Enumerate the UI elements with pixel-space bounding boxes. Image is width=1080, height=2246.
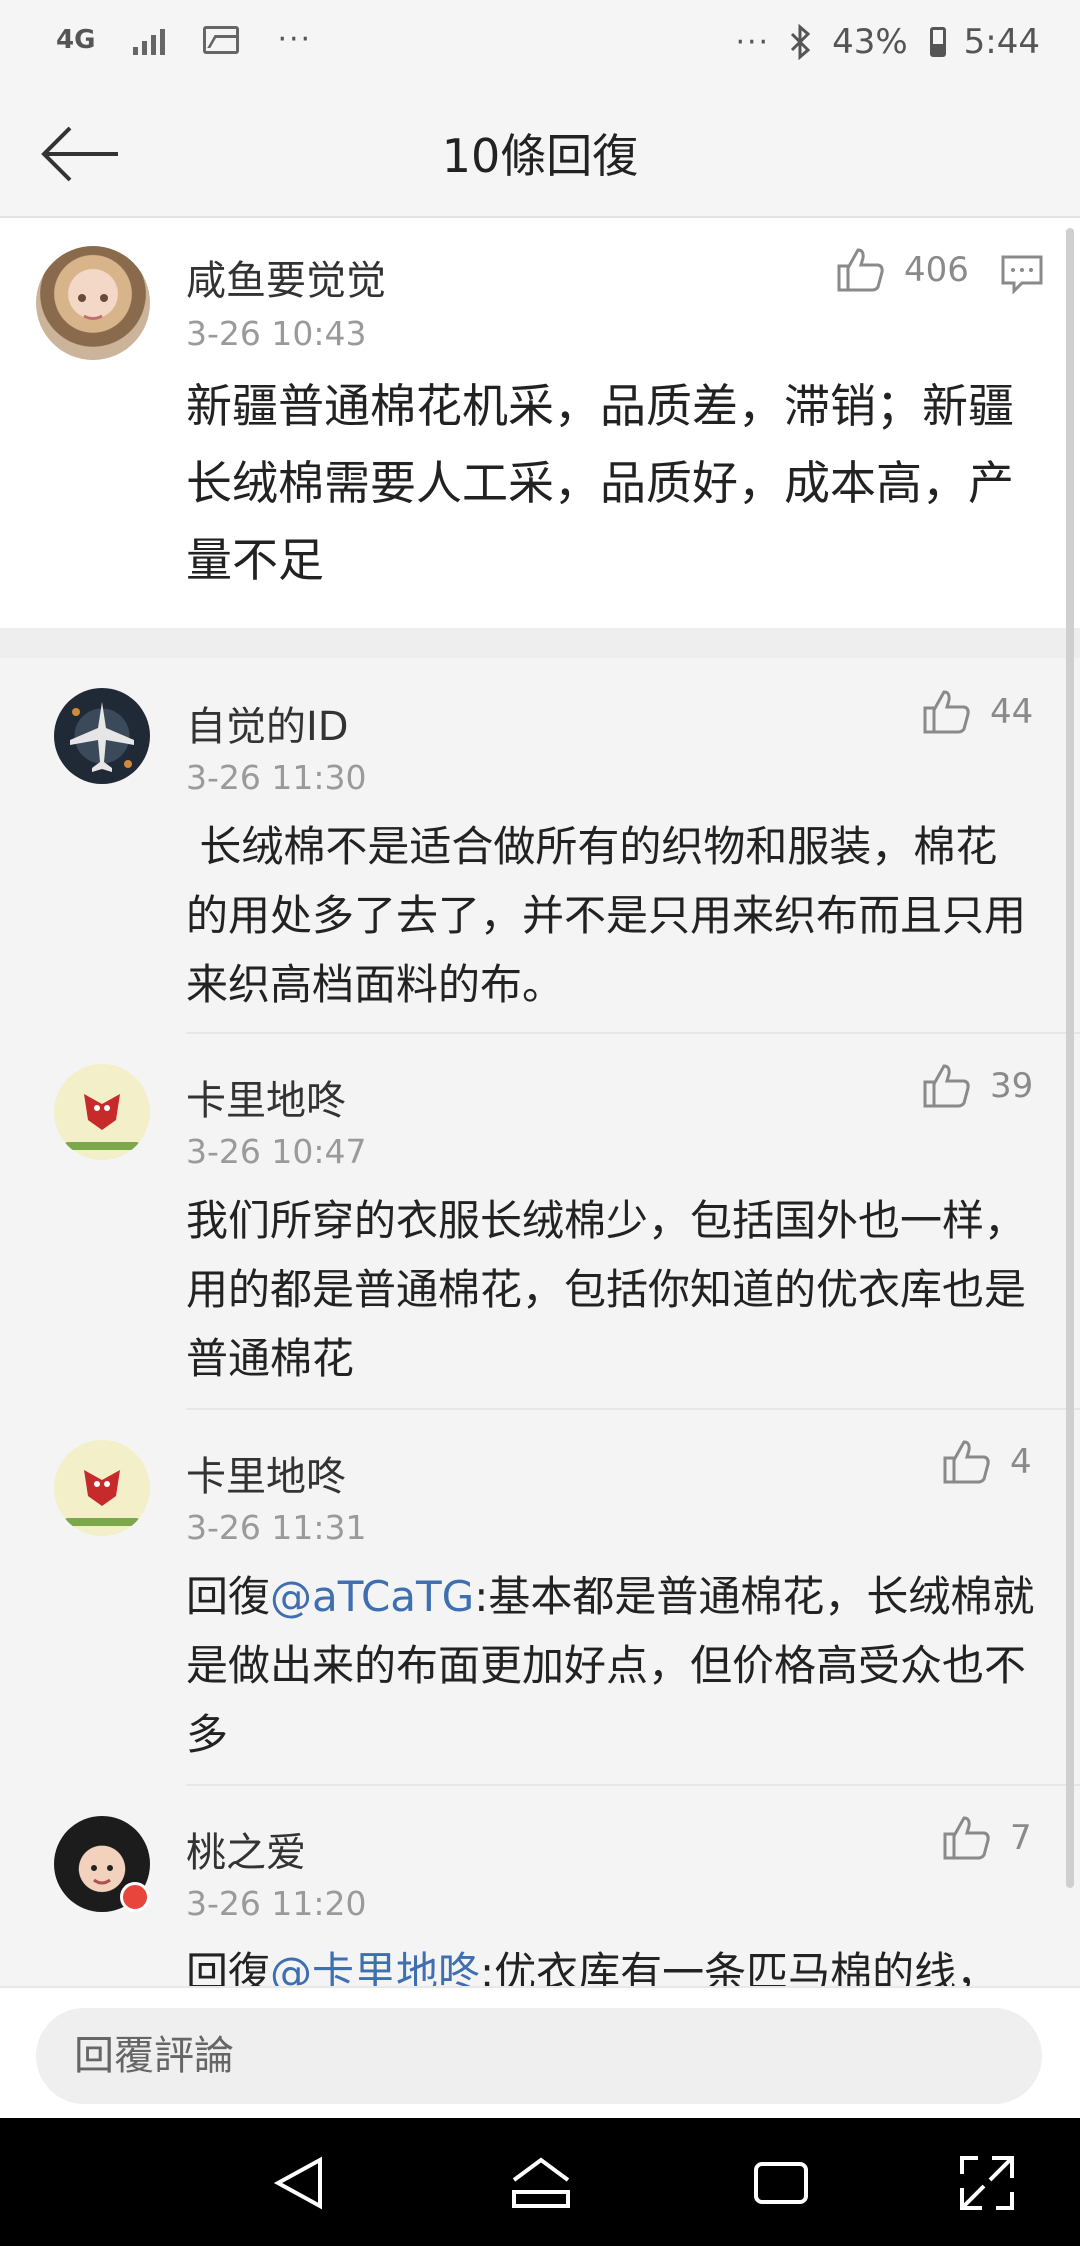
comment-text: 我们所穿的衣服长绒棉少，包括国外也一样，用的都是普通棉花，包括你知道的优衣库也是… <box>186 1196 1027 1383</box>
comment-text: 新疆普通棉花机采，品质差，滞销；新疆长绒棉需要人工采，品质好，成本高，产量不足 <box>186 379 1014 587</box>
bluetooth-icon <box>791 24 811 60</box>
timestamp: 3-26 11:31 <box>186 1508 367 1547</box>
reply-bar: 回覆評論 <box>0 1986 1080 2118</box>
battery-icon <box>926 27 946 57</box>
timestamp: 3-26 10:43 <box>186 314 367 353</box>
battery-percent: 43% <box>832 22 908 62</box>
nav-home-button[interactable] <box>506 2148 576 2218</box>
thumbs-up-icon <box>923 690 970 734</box>
comment-text: 长绒棉不是适合做所有的织物和服装，棉花的用处多了去了，并不是只用来织布而且只用来… <box>186 822 1027 1009</box>
comment-text: 回復@卡里地咚:优衣库有一条匹马棉的线， <box>186 1938 1036 1986</box>
avatar[interactable] <box>54 1440 150 1536</box>
status-bar: 4G ··· ··· 43% 5:44 <box>0 0 1080 90</box>
timestamp: 3-26 10:47 <box>186 1132 367 1171</box>
like-button[interactable]: 7 <box>942 1814 1032 1862</box>
cartoon-avatar-icon <box>64 1094 140 1150</box>
like-button[interactable]: 406 <box>836 246 969 294</box>
reply-prefix: 回復 <box>186 1572 271 1621</box>
comment-text: 回復@aTCaTG:基本都是普通棉花，长绒棉就是做出来的布面更加好点，但价格高受… <box>186 1562 1036 1769</box>
like-count: 4 <box>1010 1442 1032 1482</box>
airplane-icon <box>70 702 134 772</box>
username[interactable]: 自觉的ID <box>186 694 349 752</box>
like-count: 39 <box>990 1066 1034 1106</box>
username[interactable]: 咸鱼要觉觉 <box>186 248 386 306</box>
badge-icon <box>120 1882 150 1912</box>
like-count: 7 <box>1010 1818 1032 1858</box>
divider <box>186 1032 1080 1034</box>
triangle-back-icon <box>273 2156 322 2210</box>
cartoon-avatar-icon <box>64 1470 140 1526</box>
recents-icon <box>754 2162 808 2204</box>
avatar-face-icon <box>78 294 108 320</box>
network-type: 4G <box>56 24 96 55</box>
nav-recents-button[interactable] <box>746 2148 816 2218</box>
expand-icon <box>960 2156 1014 2210</box>
avatar[interactable] <box>54 1064 150 1160</box>
reply-input[interactable]: 回覆評論 <box>36 2008 1042 2104</box>
mention-link[interactable]: @aTCaTG <box>270 1572 474 1621</box>
username[interactable]: 桃之爱 <box>186 1820 306 1878</box>
reply-prefix: 回復 <box>186 1948 271 1986</box>
like-button[interactable]: 4 <box>942 1438 1032 1486</box>
like-button[interactable]: 39 <box>922 1062 1033 1110</box>
nav-expand-button[interactable] <box>952 2148 1022 2218</box>
like-count: 406 <box>904 250 969 290</box>
image-notification-icon <box>203 25 240 54</box>
clock: 5:44 <box>963 22 1040 62</box>
divider <box>186 1784 1080 1786</box>
thumbs-up-icon <box>943 1440 990 1484</box>
more-notifications-icon: ··· <box>277 22 313 57</box>
signal-icon <box>133 25 166 55</box>
like-button[interactable]: 44 <box>922 688 1033 736</box>
page-title: 10條回復 <box>441 129 639 183</box>
section-divider <box>0 628 1080 658</box>
comment-icon <box>1001 255 1043 295</box>
system-nav-bar <box>0 2118 1080 2246</box>
scrollbar[interactable] <box>1066 228 1074 1888</box>
more-status-icon: ··· <box>735 24 771 60</box>
thumbs-up-icon <box>923 1064 970 1108</box>
app-header: 10條回復 <box>0 90 1080 218</box>
reply-button[interactable] <box>1000 254 1044 298</box>
reply-body: :优衣库有一条匹马棉的线， <box>480 1948 999 1986</box>
avatar[interactable] <box>36 246 150 360</box>
comment-thread[interactable]: 咸鱼要觉觉 3-26 10:43 406 新疆普通棉花机采，品质差，滞销；新疆长… <box>0 218 1080 1986</box>
thumbs-up-icon <box>837 248 884 292</box>
username[interactable]: 卡里地咚 <box>186 1444 346 1502</box>
divider <box>186 1408 1080 1410</box>
mention-link[interactable]: @卡里地咚 <box>270 1948 480 1986</box>
avatar[interactable] <box>54 688 150 784</box>
home-icon <box>512 2157 570 2208</box>
nav-back-button[interactable] <box>264 2148 334 2218</box>
username[interactable]: 卡里地咚 <box>186 1068 346 1126</box>
like-count: 44 <box>990 692 1034 732</box>
timestamp: 3-26 11:20 <box>186 1884 367 1923</box>
thumbs-up-icon <box>943 1816 990 1860</box>
timestamp: 3-26 11:30 <box>186 758 367 797</box>
